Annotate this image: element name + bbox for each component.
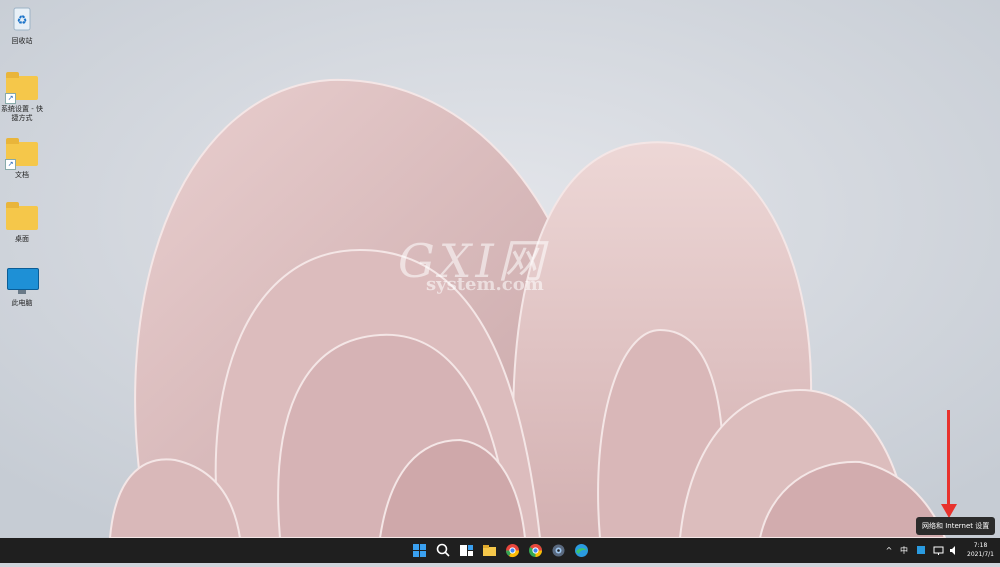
desktop-icon-this-pc[interactable]: 此电脑 [0,266,44,308]
desktop-icon-label: 桌面 [15,235,29,243]
chrome-button[interactable] [503,541,522,560]
settings-button[interactable] [549,541,568,560]
recycle-bin-icon: ♻ [5,4,39,34]
start-button[interactable] [410,541,429,560]
folder-icon [5,202,39,232]
chrome-icon [505,544,520,558]
desktop-icon-label: 系统设置 - 快捷方式 [1,105,43,122]
desktop-icon-label: 回收站 [11,37,33,45]
tray-app-icon [917,546,925,554]
folder-icon: ↗ [5,138,39,170]
edge-button[interactable] [572,541,591,560]
watermark-site: system.com [426,274,544,295]
network-icon[interactable] [932,541,946,560]
clock[interactable]: 7:18 2021/7/1 [967,541,994,559]
search-icon [436,543,450,557]
chrome-button-2[interactable] [526,541,545,560]
search-button[interactable] [434,541,453,560]
watermark: GXI网 system.com [398,238,548,295]
shortcut-arrow-icon: ↗ [5,159,16,170]
network-tooltip: 网络和 Internet 设置 [916,517,996,535]
annotation-arrow-head [941,504,957,518]
volume-icon[interactable] [948,541,960,560]
taskbar: ^ 中 7:18 2021/7/1 [0,538,1000,563]
ime-indicator[interactable]: 中 [898,541,910,560]
task-view-button[interactable] [457,541,476,560]
desktop-icon-desktop-folder[interactable]: 桌面 [0,202,44,244]
chrome-icon [529,543,543,557]
task-view-icon [460,545,473,556]
desktop-icon-label: 文档 [15,171,29,179]
desktop-icon-recycle-bin[interactable]: ♻ 回收站 [0,4,44,46]
this-pc-icon [5,266,39,296]
clock-time: 7:18 [973,542,988,549]
settings-icon [552,544,565,557]
tray-app-icon[interactable] [915,541,927,560]
annotation-arrow [947,410,950,510]
clock-date: 2021/7/1 [967,551,994,558]
file-explorer-icon [483,545,496,556]
desktop-icon-label: 此电脑 [11,299,33,307]
svg-text:♻: ♻ [17,13,28,27]
folder-icon: ↗ [5,72,39,104]
shortcut-arrow-icon: ↗ [5,93,16,104]
desktop-icon-documents[interactable]: ↗ 文档 [0,138,44,180]
start-icon [413,544,426,557]
desktop-icon-settings-shortcut[interactable]: ↗ 系统设置 - 快捷方式 [0,72,44,123]
edge-icon [575,544,588,557]
tray-overflow-chevron[interactable]: ^ [884,541,894,560]
file-explorer-button[interactable] [480,541,499,560]
